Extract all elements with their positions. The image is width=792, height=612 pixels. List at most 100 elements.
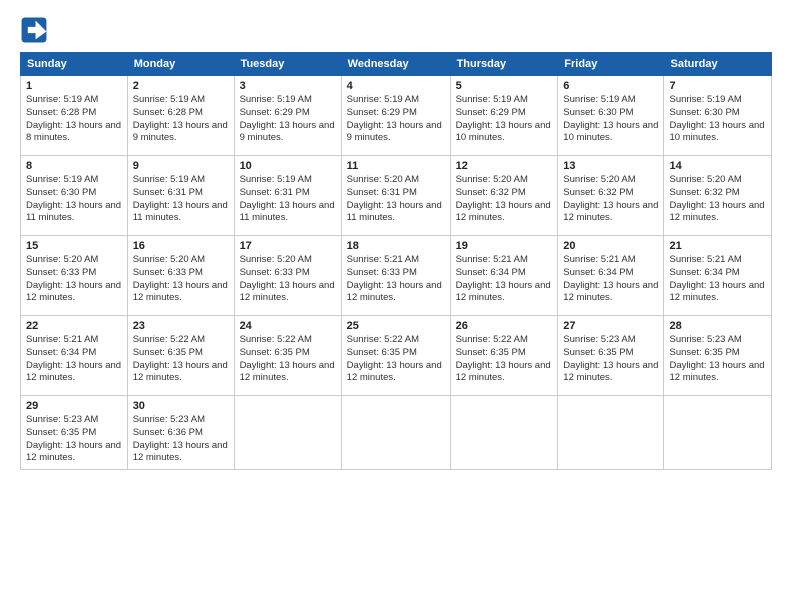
day-number: 6 — [563, 80, 658, 92]
sunset-label: Sunset: 6:33 PM — [347, 267, 417, 278]
sunset-label: Sunset: 6:29 PM — [240, 107, 310, 118]
calendar-cell: 11 Sunrise: 5:20 AMSunset: 6:31 PMDayligh… — [341, 156, 450, 236]
day-number: 18 — [347, 240, 445, 252]
day-info: Sunrise: 5:23 AMSunset: 6:35 PMDaylight:… — [669, 334, 766, 385]
day-number: 1 — [26, 80, 122, 92]
daylight-label: Daylight: 13 hours and 12 minutes. — [563, 200, 658, 224]
sunrise-label: Sunrise: 5:21 AM — [26, 334, 98, 345]
sunrise-label: Sunrise: 5:23 AM — [563, 334, 635, 345]
calendar-cell: 24 Sunrise: 5:22 AMSunset: 6:35 PMDayligh… — [234, 316, 341, 396]
daylight-label: Daylight: 13 hours and 11 minutes. — [133, 200, 228, 224]
sunrise-label: Sunrise: 5:22 AM — [240, 334, 312, 345]
day-number: 22 — [26, 320, 122, 332]
day-number: 13 — [563, 160, 658, 172]
sunrise-label: Sunrise: 5:21 AM — [669, 254, 741, 265]
day-number: 7 — [669, 80, 766, 92]
day-number: 20 — [563, 240, 658, 252]
calendar-header-wednesday: Wednesday — [341, 53, 450, 76]
calendar-week-row: 22Sunrise: 5:21 AMSunset: 6:34 PMDayligh… — [21, 316, 772, 396]
day-info: Sunrise: 5:20 AMSunset: 6:33 PMDaylight:… — [26, 254, 122, 305]
calendar-cell: 1Sunrise: 5:19 AMSunset: 6:28 PMDaylight… — [21, 76, 128, 156]
calendar-cell: 13Sunrise: 5:20 AMSunset: 6:32 PMDayligh… — [558, 156, 664, 236]
sunset-label: Sunset: 6:34 PM — [456, 267, 526, 278]
sunrise-label: Sunrise: 5:20 AM — [133, 254, 205, 265]
sunrise-label: Sunrise: 5:21 AM — [456, 254, 528, 265]
daylight-label: Daylight: 13 hours and 12 minutes. — [26, 280, 121, 304]
day-info: Sunrise: 5:21 AMSunset: 6:34 PMDaylight:… — [669, 254, 766, 305]
sunset-label: Sunset: 6:31 PM — [347, 187, 417, 198]
day-info: Sunrise: 5:22 AMSunset: 6:35 PMDaylight:… — [456, 334, 553, 385]
day-info: Sunrise: 5:19 AMSunset: 6:30 PMDaylight:… — [563, 94, 658, 145]
day-info: Sunrise: 5:19 AMSunset: 6:29 PMDaylight:… — [456, 94, 553, 145]
day-info: Sunrise: 5:20 AMSunset: 6:33 PMDaylight:… — [133, 254, 229, 305]
header — [20, 16, 772, 44]
day-number: 5 — [456, 80, 553, 92]
sunset-label: Sunset: 6:30 PM — [563, 107, 633, 118]
calendar-table: SundayMondayTuesdayWednesdayThursdayFrid… — [20, 52, 772, 470]
day-number: 11 — [347, 160, 445, 172]
sunset-label: Sunset: 6:35 PM — [347, 347, 417, 358]
day-info: Sunrise: 5:23 AMSunset: 6:36 PMDaylight:… — [133, 414, 229, 465]
calendar-cell: 16Sunrise: 5:20 AMSunset: 6:33 PMDayligh… — [127, 236, 234, 316]
calendar-cell — [664, 396, 772, 470]
sunset-label: Sunset: 6:29 PM — [456, 107, 526, 118]
day-info: Sunrise: 5:20 AMSunset: 6:31 PMDaylight:… — [347, 174, 445, 225]
calendar-cell: 26 Sunrise: 5:22 AMSunset: 6:35 PMDayligh… — [450, 316, 558, 396]
calendar-header-friday: Friday — [558, 53, 664, 76]
sunrise-label: Sunrise: 5:19 AM — [26, 174, 98, 185]
calendar-cell — [450, 396, 558, 470]
day-number: 14 — [669, 160, 766, 172]
day-number: 2 — [133, 80, 229, 92]
sunrise-label: Sunrise: 5:20 AM — [563, 174, 635, 185]
day-info: Sunrise: 5:19 AMSunset: 6:29 PMDaylight:… — [240, 94, 336, 145]
day-number: 12 — [456, 160, 553, 172]
day-info: Sunrise: 5:19 AMSunset: 6:31 PMDaylight:… — [133, 174, 229, 225]
daylight-label: Daylight: 13 hours and 12 minutes. — [456, 200, 551, 224]
daylight-label: Daylight: 13 hours and 12 minutes. — [456, 360, 551, 384]
calendar-cell: 30Sunrise: 5:23 AMSunset: 6:36 PMDayligh… — [127, 396, 234, 470]
sunrise-label: Sunrise: 5:22 AM — [347, 334, 419, 345]
calendar-cell: 18 Sunrise: 5:21 AM Sunset: 6:33 PM Dayligh… — [341, 236, 450, 316]
day-info: Sunrise: 5:22 AMSunset: 6:35 PMDaylight:… — [347, 334, 445, 385]
day-info: Sunrise: 5:22 AMSunset: 6:35 PMDaylight:… — [240, 334, 336, 385]
day-info: Sunrise: 5:19 AMSunset: 6:28 PMDaylight:… — [133, 94, 229, 145]
sunset-label: Sunset: 6:33 PM — [240, 267, 310, 278]
day-number: 17 — [240, 240, 336, 252]
sunset-label: Sunset: 6:34 PM — [563, 267, 633, 278]
day-info: Sunrise: 5:21 AMSunset: 6:34 PMDaylight:… — [563, 254, 658, 305]
sunset-label: Sunset: 6:30 PM — [26, 187, 96, 198]
day-number: 24 — [240, 320, 336, 332]
day-number: 15 — [26, 240, 122, 252]
calendar-cell — [558, 396, 664, 470]
calendar-header-thursday: Thursday — [450, 53, 558, 76]
daylight-label: Daylight: 13 hours and 12 minutes. — [26, 440, 121, 464]
calendar-week-row: 1 Sunrise: 5:19 AMSunset: 6:28 PMDaylight… — [21, 76, 772, 156]
daylight-label: Daylight: 13 hours and 12 minutes. — [456, 280, 551, 304]
day-number: 29 — [26, 400, 122, 412]
daylight-label: Daylight: 13 hours and 12 minutes. — [26, 360, 121, 384]
daylight-label: Daylight: 13 hours and 8 minutes. — [26, 120, 121, 144]
calendar-cell: 22Sunrise: 5:21 AMSunset: 6:34 PMDayligh… — [21, 316, 128, 396]
day-number: 28 — [669, 320, 766, 332]
calendar-cell: 12Sunrise: 5:20 AMSunset: 6:32 PMDayligh… — [450, 156, 558, 236]
daylight-label: Daylight: 13 hours and 11 minutes. — [26, 200, 121, 224]
daylight-label: Daylight: 13 hours and 12 minutes. — [347, 280, 442, 304]
day-number: 19 — [456, 240, 553, 252]
daylight-label: Daylight: 13 hours and 12 minutes. — [133, 440, 228, 464]
sunrise-label: Sunrise: 5:21 AM — [347, 254, 419, 265]
sunset-label: Sunset: 6:32 PM — [669, 187, 739, 198]
daylight-label: Daylight: 13 hours and 12 minutes. — [240, 360, 335, 384]
day-number: 27 — [563, 320, 658, 332]
daylight-label: Daylight: 13 hours and 12 minutes. — [240, 280, 335, 304]
calendar-header-sunday: Sunday — [21, 53, 128, 76]
calendar-week-row: 29Sunrise: 5:23 AMSunset: 6:35 PMDayligh… — [21, 396, 772, 470]
sunset-label: Sunset: 6:36 PM — [133, 427, 203, 438]
daylight-label: Daylight: 13 hours and 12 minutes. — [133, 360, 228, 384]
daylight-label: Daylight: 13 hours and 9 minutes. — [240, 120, 335, 144]
sunrise-label: Sunrise: 5:19 AM — [133, 94, 205, 105]
day-number: 3 — [240, 80, 336, 92]
calendar-header-monday: Monday — [127, 53, 234, 76]
day-number: 21 — [669, 240, 766, 252]
calendar-cell: 23Sunrise: 5:22 AMSunset: 6:35 PMDayligh… — [127, 316, 234, 396]
day-number: 26 — [456, 320, 553, 332]
